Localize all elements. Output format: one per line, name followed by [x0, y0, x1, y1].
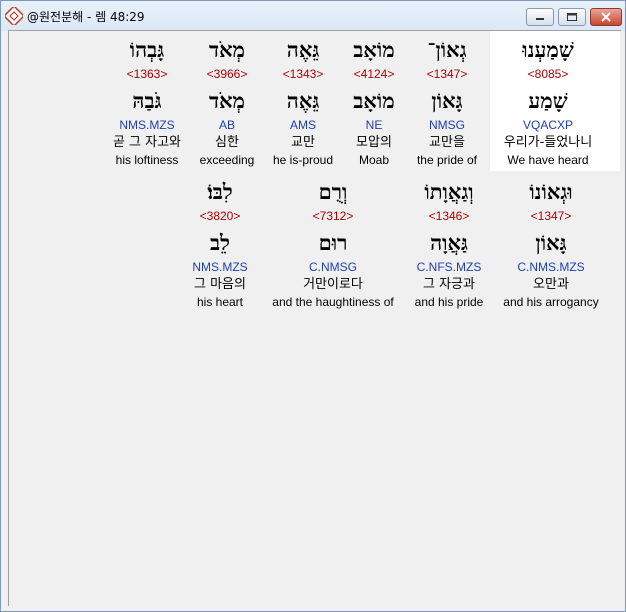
morphology-code: NMSG — [429, 118, 465, 132]
morphology-code: C.NMS.MZS — [517, 260, 585, 274]
korean-gloss: 심한 — [215, 135, 239, 150]
minimize-button[interactable] — [526, 8, 554, 26]
morphology-code: NMS.MZS — [119, 118, 175, 132]
hebrew-word: מְאֹד — [208, 37, 246, 62]
lexical-form: לֵב — [210, 230, 230, 255]
hebrew-word: גָּבְהוֹ — [129, 37, 165, 62]
morphology-code: NMS.MZS — [192, 260, 248, 274]
english-gloss: his heart — [196, 295, 244, 309]
analysis-pane[interactable]: גָּבְהוֹ <1363> גֹּבַהּ NMS.MZS 곧 그 자고와 … — [8, 30, 621, 606]
strong-number[interactable]: <4124> — [341, 65, 407, 83]
english-gloss: he is-proud — [272, 153, 334, 167]
lexical-form: גָּאוֹן — [431, 88, 463, 113]
english-gloss: and the haughtiness of — [272, 295, 394, 309]
lexical-form: מְאֹד — [208, 88, 246, 113]
english-gloss: and his arrogancy — [503, 295, 599, 309]
korean-gloss: 모압의 — [356, 135, 392, 150]
app-window: @원전분해 - 렘 48:29 גָּבְהוֹ <1363> גֹּבַהּ … — [0, 0, 626, 612]
strong-number[interactable]: <1343> — [267, 65, 339, 83]
korean-gloss: 오만과 — [533, 277, 569, 292]
word-item[interactable]: מְאֹד <3966> מְאֹד AB 심한 exceeding — [195, 35, 259, 168]
english-gloss: the pride of — [416, 153, 478, 167]
hebrew-word: שָׁמַעְנוּ — [522, 37, 574, 62]
strong-number[interactable]: <1346> — [409, 207, 489, 225]
english-gloss: We have heard — [507, 153, 589, 167]
morphology-code: AB — [218, 118, 235, 132]
english-gloss: Moab — [358, 153, 390, 167]
english-gloss: his loftiness — [115, 153, 179, 167]
korean-gloss: 곧 그 자고와 — [112, 135, 182, 150]
hebrew-word: מוֹאָב — [353, 37, 395, 62]
lexical-form: גָּאוֹן — [535, 230, 567, 255]
strong-number[interactable]: <1347> — [495, 207, 607, 225]
hebrew-word: גֵּאֶה — [286, 37, 320, 62]
lexical-form: גֹּבַהּ — [132, 88, 162, 113]
morphology-code: C.NMSG — [309, 260, 357, 274]
bible-app-icon — [5, 7, 23, 25]
hebrew-word: וּגְאוֹנוֹ — [529, 179, 573, 204]
strong-number[interactable]: <3966> — [195, 65, 259, 83]
hebrew-word: וְגַאֲוָתוֹ — [424, 179, 474, 204]
word-item[interactable]: מוֹאָב <4124> מוֹאָב NE 모압의 Moab — [341, 35, 407, 168]
korean-gloss: 교만 — [291, 135, 315, 150]
lexical-form: גֵּאֶה — [286, 88, 320, 113]
hebrew-word: וְרֻם — [318, 179, 348, 204]
strong-number[interactable]: <7312> — [261, 207, 405, 225]
strong-number[interactable]: <1363> — [105, 65, 189, 83]
hebrew-word: גְאוֹן־ — [427, 37, 467, 62]
english-gloss: exceeding — [199, 153, 255, 167]
word-item[interactable]: גֵּאֶה <1343> גֵּאֶה AMS 교만 he is-proud — [267, 35, 339, 168]
strong-number[interactable]: <3820> — [183, 207, 257, 225]
korean-gloss: 교만을 — [429, 135, 465, 150]
morphology-code: C.NFS.MZS — [416, 260, 482, 274]
maximize-icon — [567, 13, 577, 21]
morphology-code: AMS — [289, 118, 316, 132]
word-item-selected[interactable]: שָׁמַעְנוּ <8085> שָׁמַע VQACXP 우리가-들었나니… — [490, 35, 606, 168]
lexical-form: רוּם — [318, 230, 348, 255]
maximize-button[interactable] — [558, 8, 586, 26]
title-bar[interactable]: @원전분해 - 렘 48:29 — [1, 1, 625, 31]
lexical-form: שָׁמַע — [528, 88, 568, 113]
lexical-form: גַּאֲוָה — [430, 230, 468, 255]
morphology-code: VQACXP — [522, 118, 573, 132]
lexical-form: מוֹאָב — [353, 88, 395, 113]
korean-gloss: 거만이로다 — [303, 277, 363, 292]
close-button[interactable] — [590, 8, 622, 26]
window-title: @원전분해 - 렘 48:29 — [27, 10, 145, 24]
strong-number[interactable]: <8085> — [490, 65, 606, 83]
word-item[interactable]: וְגַאֲוָתוֹ <1346> גַּאֲוָה C.NFS.MZS 그 … — [409, 177, 489, 310]
word-item[interactable]: גְאוֹן־ <1347> גָּאוֹן NMSG 교만을 the prid… — [409, 35, 485, 168]
word-item[interactable]: וְרֻם <7312> רוּם C.NMSG 거만이로다 and the h… — [261, 177, 405, 310]
word-item[interactable]: גָּבְהוֹ <1363> גֹּבַהּ NMS.MZS 곧 그 자고와 … — [105, 35, 189, 168]
strong-number[interactable]: <1347> — [409, 65, 485, 83]
close-icon — [601, 12, 611, 22]
word-item[interactable]: לִבּוֹ׃ <3820> לֵב NMS.MZS 그 마음의 his hea… — [183, 177, 257, 310]
korean-gloss: 그 자긍과 — [423, 277, 475, 292]
korean-gloss: 우리가-들었나니 — [503, 135, 593, 150]
minimize-icon — [536, 18, 544, 20]
word-item[interactable]: וּגְאוֹנוֹ <1347> גָּאוֹן C.NMS.MZS 오만과 … — [495, 177, 607, 310]
hebrew-word: לִבּוֹ׃ — [207, 179, 233, 204]
korean-gloss: 그 마음의 — [194, 277, 246, 292]
morphology-code: NE — [365, 118, 383, 132]
english-gloss: and his pride — [414, 295, 484, 309]
